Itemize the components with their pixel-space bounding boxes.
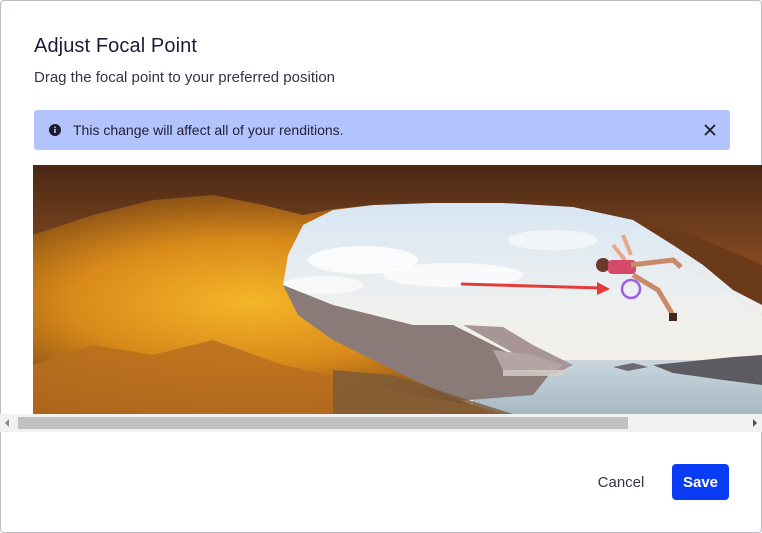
scroll-right-arrow-icon[interactable] [752, 419, 758, 427]
climbing-image [33, 165, 762, 414]
scrollbar-thumb[interactable] [18, 417, 628, 429]
dialog-subtitle: Drag the focal point to your preferred p… [34, 69, 336, 86]
cancel-button[interactable]: Cancel [585, 468, 657, 496]
scroll-left-arrow-icon[interactable] [4, 419, 10, 427]
info-icon [49, 124, 61, 136]
banner-message: This change will affect all of your rend… [73, 122, 344, 138]
save-button[interactable]: Save [672, 464, 729, 500]
dialog-title: Adjust Focal Point [34, 35, 197, 57]
focal-image-viewport[interactable] [33, 165, 762, 414]
info-banner: This change will affect all of your rend… [34, 110, 730, 150]
horizontal-scrollbar[interactable] [0, 414, 762, 432]
close-icon[interactable] [703, 123, 717, 137]
